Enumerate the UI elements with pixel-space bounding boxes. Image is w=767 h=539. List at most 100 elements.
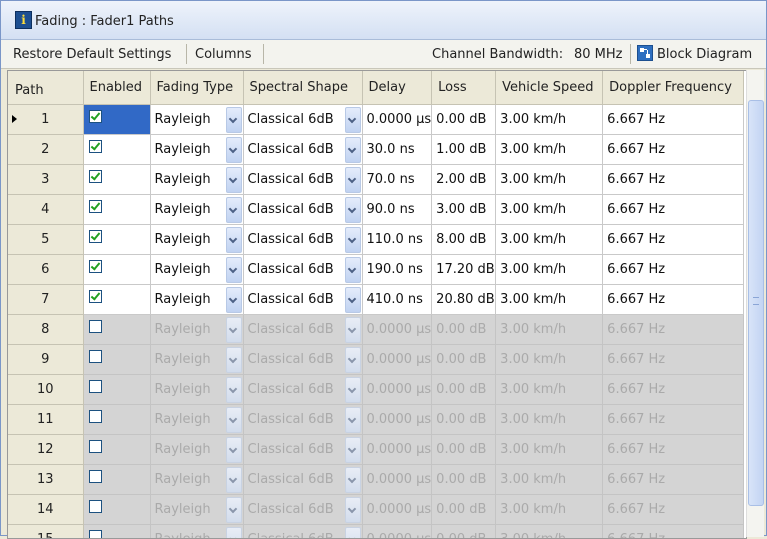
loss-cell[interactable]: 2.00 dB	[432, 165, 496, 195]
chevron-down-icon[interactable]	[345, 377, 361, 403]
fading-type-dropdown[interactable]: Rayleigh	[155, 315, 243, 344]
path-number-cell[interactable]: 4	[8, 195, 83, 225]
table-row[interactable]: 9RayleighClassical 6dB0.0000 µs0.00 dB3.…	[8, 345, 744, 375]
delay-cell[interactable]: 0.0000 µs	[362, 315, 432, 345]
column-header-enabled[interactable]: Enabled	[83, 71, 150, 105]
vehicle-speed-cell[interactable]: 3.00 km/h	[496, 345, 603, 375]
vehicle-speed-cell[interactable]: 3.00 km/h	[496, 225, 603, 255]
enabled-checkbox[interactable]	[89, 440, 102, 453]
path-number-cell[interactable]: 13	[8, 465, 83, 495]
chevron-down-icon[interactable]	[345, 437, 361, 463]
path-number-cell[interactable]: 8	[8, 315, 83, 345]
chevron-down-icon[interactable]	[345, 227, 361, 253]
doppler-frequency-cell[interactable]: 6.667 Hz	[603, 105, 744, 135]
table-row[interactable]: 7RayleighClassical 6dB410.0 ns20.80 dB3.…	[8, 285, 744, 315]
fading-type-cell[interactable]: Rayleigh	[150, 405, 243, 435]
vehicle-speed-cell[interactable]: 3.00 km/h	[496, 465, 603, 495]
fading-type-dropdown[interactable]: Rayleigh	[155, 465, 243, 494]
delay-cell[interactable]: 0.0000 µs	[362, 525, 432, 539]
spectral-shape-dropdown[interactable]: Classical 6dB	[248, 195, 362, 224]
spectral-shape-cell[interactable]: Classical 6dB	[243, 255, 362, 285]
enabled-cell[interactable]	[83, 405, 150, 435]
vehicle-speed-cell[interactable]: 3.00 km/h	[496, 105, 603, 135]
chevron-down-icon[interactable]	[226, 467, 242, 493]
fading-type-dropdown[interactable]: Rayleigh	[155, 135, 243, 164]
doppler-frequency-cell[interactable]: 6.667 Hz	[603, 285, 744, 315]
fading-type-cell[interactable]: Rayleigh	[150, 165, 243, 195]
chevron-down-icon[interactable]	[345, 287, 361, 313]
column-header-fading-type[interactable]: Fading Type	[150, 71, 243, 105]
chevron-down-icon[interactable]	[345, 137, 361, 163]
vehicle-speed-cell[interactable]: 3.00 km/h	[496, 255, 603, 285]
delay-cell[interactable]: 0.0000 µs	[362, 435, 432, 465]
loss-cell[interactable]: 0.00 dB	[432, 525, 496, 539]
fading-type-cell[interactable]: Rayleigh	[150, 105, 243, 135]
fading-type-cell[interactable]: Rayleigh	[150, 525, 243, 539]
enabled-cell[interactable]	[83, 285, 150, 315]
delay-cell[interactable]: 70.0 ns	[362, 165, 432, 195]
column-header-loss[interactable]: Loss	[432, 71, 496, 105]
spectral-shape-cell[interactable]: Classical 6dB	[243, 495, 362, 525]
enabled-checkbox[interactable]	[89, 380, 102, 393]
doppler-frequency-cell[interactable]: 6.667 Hz	[603, 165, 744, 195]
fading-type-dropdown[interactable]: Rayleigh	[155, 105, 243, 134]
spectral-shape-cell[interactable]: Classical 6dB	[243, 525, 362, 539]
loss-cell[interactable]: 0.00 dB	[432, 465, 496, 495]
spectral-shape-dropdown[interactable]: Classical 6dB	[248, 345, 362, 374]
enabled-cell[interactable]	[83, 345, 150, 375]
fading-type-cell[interactable]: Rayleigh	[150, 315, 243, 345]
path-number-cell[interactable]: 9	[8, 345, 83, 375]
path-number-cell[interactable]: 10	[8, 375, 83, 405]
enabled-checkbox[interactable]	[89, 470, 102, 483]
spectral-shape-dropdown[interactable]: Classical 6dB	[248, 105, 362, 134]
enabled-cell[interactable]	[83, 465, 150, 495]
fading-type-cell[interactable]: Rayleigh	[150, 135, 243, 165]
fading-type-dropdown[interactable]: Rayleigh	[155, 345, 243, 374]
spectral-shape-dropdown[interactable]: Classical 6dB	[248, 405, 362, 434]
doppler-frequency-cell[interactable]: 6.667 Hz	[603, 435, 744, 465]
doppler-frequency-cell[interactable]: 6.667 Hz	[603, 225, 744, 255]
enabled-checkbox[interactable]	[89, 230, 102, 243]
doppler-frequency-cell[interactable]: 6.667 Hz	[603, 525, 744, 539]
path-number-cell[interactable]: 6	[8, 255, 83, 285]
fading-type-cell[interactable]: Rayleigh	[150, 285, 243, 315]
fading-type-dropdown[interactable]: Rayleigh	[155, 375, 243, 404]
enabled-checkbox[interactable]	[89, 530, 102, 539]
enabled-cell[interactable]	[83, 495, 150, 525]
doppler-frequency-cell[interactable]: 6.667 Hz	[603, 195, 744, 225]
loss-cell[interactable]: 0.00 dB	[432, 495, 496, 525]
table-row[interactable]: 11RayleighClassical 6dB0.0000 µs0.00 dB3…	[8, 405, 744, 435]
doppler-frequency-cell[interactable]: 6.667 Hz	[603, 135, 744, 165]
table-row[interactable]: 1RayleighClassical 6dB0.0000 µs0.00 dB3.…	[8, 105, 744, 135]
loss-cell[interactable]: 0.00 dB	[432, 105, 496, 135]
chevron-down-icon[interactable]	[226, 287, 242, 313]
column-header-delay[interactable]: Delay	[362, 71, 432, 105]
vehicle-speed-cell[interactable]: 3.00 km/h	[496, 195, 603, 225]
fading-type-cell[interactable]: Rayleigh	[150, 345, 243, 375]
column-header-vehicle-speed[interactable]: Vehicle Speed	[496, 71, 603, 105]
fading-type-dropdown[interactable]: Rayleigh	[155, 435, 243, 464]
channel-bandwidth-value[interactable]: 80 MHz	[574, 47, 623, 62]
path-number-cell[interactable]: 7	[8, 285, 83, 315]
enabled-cell[interactable]	[83, 105, 150, 135]
scrollbar-thumb[interactable]	[748, 100, 764, 506]
loss-cell[interactable]: 20.80 dB	[432, 285, 496, 315]
doppler-frequency-cell[interactable]: 6.667 Hz	[603, 255, 744, 285]
spectral-shape-dropdown[interactable]: Classical 6dB	[248, 255, 362, 284]
delay-cell[interactable]: 190.0 ns	[362, 255, 432, 285]
spectral-shape-cell[interactable]: Classical 6dB	[243, 105, 362, 135]
spectral-shape-cell[interactable]: Classical 6dB	[243, 375, 362, 405]
spectral-shape-cell[interactable]: Classical 6dB	[243, 435, 362, 465]
table-row[interactable]: 3RayleighClassical 6dB70.0 ns2.00 dB3.00…	[8, 165, 744, 195]
enabled-cell[interactable]	[83, 375, 150, 405]
spectral-shape-cell[interactable]: Classical 6dB	[243, 345, 362, 375]
fading-type-dropdown[interactable]: Rayleigh	[155, 495, 243, 524]
chevron-down-icon[interactable]	[226, 257, 242, 283]
columns-button[interactable]: Columns	[195, 47, 252, 62]
enabled-checkbox[interactable]	[89, 500, 102, 513]
vehicle-speed-cell[interactable]: 3.00 km/h	[496, 135, 603, 165]
spectral-shape-cell[interactable]: Classical 6dB	[243, 135, 362, 165]
doppler-frequency-cell[interactable]: 6.667 Hz	[603, 495, 744, 525]
doppler-frequency-cell[interactable]: 6.667 Hz	[603, 375, 744, 405]
chevron-down-icon[interactable]	[226, 107, 242, 133]
